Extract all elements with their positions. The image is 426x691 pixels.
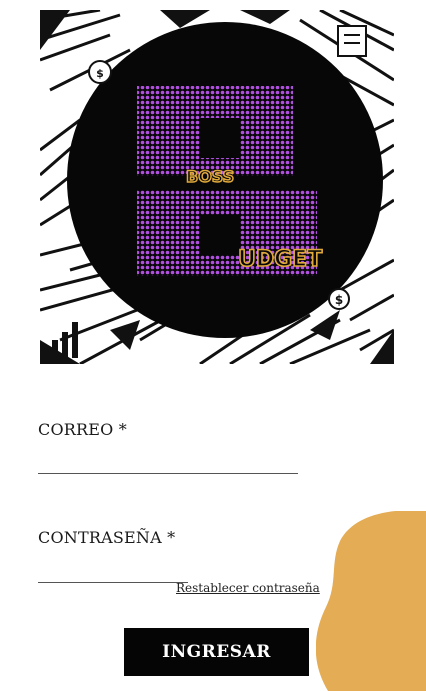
email-label: CORREO *: [38, 420, 127, 439]
password-input[interactable]: [38, 557, 298, 579]
boss-budget-logo: $ $ BOSS UDGET: [40, 10, 394, 364]
logo-text-udget: UDGET: [238, 247, 322, 272]
password-label: CONTRASEÑA *: [38, 528, 176, 547]
logo-text-boss: BOSS: [186, 167, 234, 186]
reset-password-link[interactable]: Restablecer contraseña: [176, 581, 320, 595]
email-input[interactable]: [38, 449, 298, 471]
decorative-blob: [316, 511, 426, 691]
svg-text:$: $: [335, 293, 343, 307]
password-underline: [38, 582, 188, 583]
login-button[interactable]: INGRESAR: [124, 628, 309, 676]
email-underline: [38, 473, 298, 474]
svg-text:$: $: [96, 67, 104, 80]
